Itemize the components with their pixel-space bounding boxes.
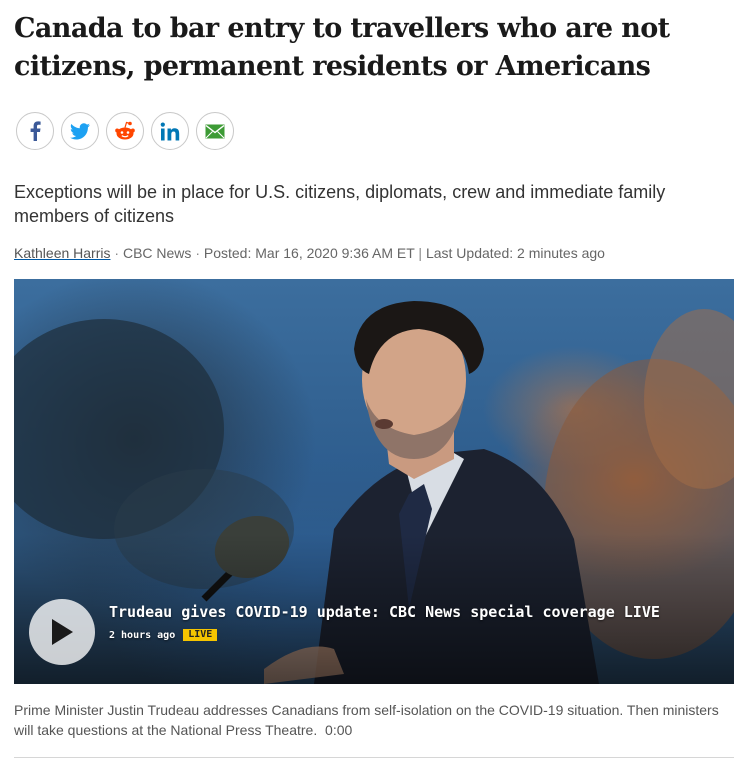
byline-updated: Last Updated: 2 minutes ago [425,245,605,261]
play-icon [52,619,73,645]
share-linkedin-button[interactable] [151,112,189,150]
video-player[interactable]: Trudeau gives COVID-19 update: CBC News … [14,279,734,684]
byline-source: CBC News [122,245,192,261]
video-caption: Prime Minister Justin Trudeau addresses … [14,700,734,740]
live-badge: LIVE [183,629,218,641]
facebook-icon [30,121,41,141]
article-deck: Exceptions will be in place for U.S. cit… [14,182,666,226]
share-facebook-button[interactable] [16,112,54,150]
byline-pipe: | [418,245,426,261]
headline-line-1: Canada to bar entry to travellers who ar… [14,13,670,44]
byline-dot: · [114,245,123,261]
byline-posted: Posted: Mar 16, 2020 9:36 AM ET [203,245,415,261]
author-link[interactable]: Kathleen Harris [14,245,111,261]
headline-line-2: citizens, permanent residents or America… [14,51,651,82]
share-email-button[interactable] [196,112,234,150]
byline: Kathleen Harris · CBC News · Posted: Mar… [14,244,734,262]
envelope-icon [205,124,225,138]
video-time-ago: 2 hours ago [109,629,176,641]
reddit-icon [115,121,135,140]
linkedin-icon [160,122,180,140]
byline-dot: · [195,245,204,261]
twitter-icon [70,122,90,139]
divider [14,757,734,758]
play-button[interactable] [29,599,95,665]
share-twitter-button[interactable] [61,112,99,150]
article-headline: Canada to bar entry to travellers who ar… [14,10,734,86]
video-duration: 0:00 [325,722,353,738]
video-meta: 2 hours ago LIVE [109,629,218,641]
video-title[interactable]: Trudeau gives COVID-19 update: CBC News … [109,602,709,622]
share-reddit-button[interactable] [106,112,144,150]
share-bar [16,112,234,150]
caption-text: Prime Minister Justin Trudeau addresses … [14,702,719,738]
